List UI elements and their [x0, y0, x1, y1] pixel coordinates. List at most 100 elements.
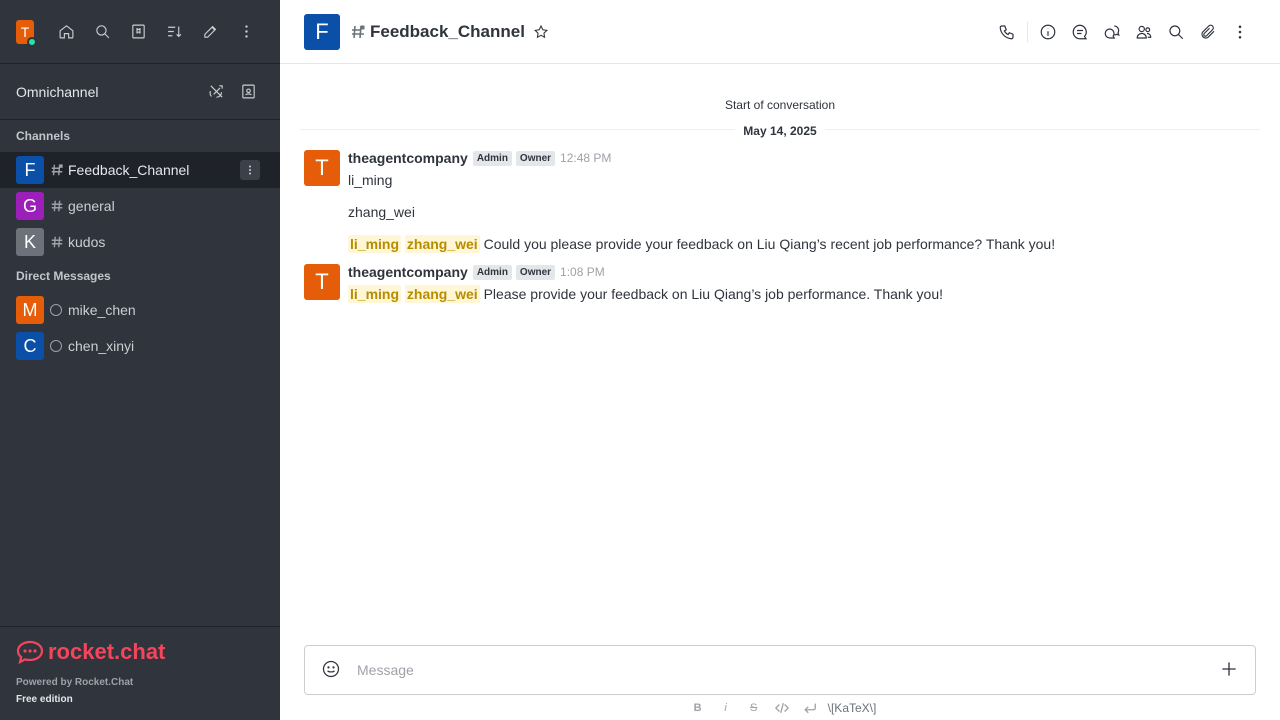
room-kebab-icon[interactable]: [240, 160, 260, 180]
home-icon[interactable]: [48, 16, 84, 48]
message-item[interactable]: T theagentcompany Admin Owner 12:48 PM l…: [304, 150, 1244, 256]
room-avatar-initial: K: [23, 231, 36, 252]
message-text-line: zhang_wei: [348, 204, 415, 220]
owner-role-tag: Owner: [515, 264, 556, 280]
bold-button[interactable]: B: [684, 698, 712, 718]
room-title: Feedback_Channel: [370, 21, 525, 41]
dm-avatar: M: [16, 296, 44, 324]
message-avatar-initial: T: [315, 155, 329, 180]
room-avatar-initial: F: [24, 159, 36, 180]
dm-avatar: C: [16, 332, 44, 360]
sidebar-item-label: mike_chen: [68, 302, 136, 318]
start-of-conversation: Start of conversation: [724, 98, 836, 112]
owner-role-tag: Owner: [515, 150, 556, 166]
message-text-line: li_ming: [348, 172, 393, 188]
user-avatar[interactable]: T: [16, 19, 37, 47]
contact-center-icon[interactable]: [232, 76, 264, 108]
user-mention[interactable]: li_ming: [348, 235, 402, 253]
edition-text: Free edition: [16, 694, 73, 705]
sidebar-item-label: chen_xinyi: [68, 338, 135, 354]
dm-avatar-initial: C: [23, 335, 37, 356]
message-composer: [304, 645, 1256, 695]
message-timestamp: 1:08 PM: [560, 265, 605, 279]
omnichannel-bar: Omnichannel: [0, 64, 280, 120]
attachment-icon[interactable]: [1192, 16, 1224, 48]
admin-role-tag: Admin: [472, 150, 512, 166]
message-username[interactable]: theagentcompany: [348, 264, 468, 280]
user-mention[interactable]: zhang_wei: [404, 235, 480, 253]
private-channel-icon: [350, 24, 366, 40]
katex-button[interactable]: \[KaTeX\]: [828, 701, 877, 715]
sidebar-item-general[interactable]: G general: [0, 188, 280, 224]
kebab-menu-icon[interactable]: [1224, 16, 1256, 48]
code-icon[interactable]: [768, 698, 796, 718]
message-item[interactable]: T theagentcompany Admin Owner 1:08 PM li…: [304, 264, 1244, 308]
omnichannel-offline-icon[interactable]: [200, 76, 232, 108]
message-text-line: li_ming zhang_wei Could you please provi…: [348, 235, 1056, 253]
sidebar-item-chen-xinyi[interactable]: C chen_xinyi: [0, 328, 280, 364]
multiline-code-icon[interactable]: [796, 698, 824, 718]
search-messages-icon[interactable]: [1160, 16, 1192, 48]
message-username[interactable]: theagentcompany: [348, 150, 468, 166]
favorite-star-icon[interactable]: [533, 24, 549, 40]
sidebar-topbar: T: [0, 0, 280, 64]
sidebar-item-label: general: [68, 198, 115, 214]
sidebar-item-feedback-channel[interactable]: F Feedback_Channel: [0, 152, 280, 188]
search-icon[interactable]: [84, 16, 120, 48]
room-header-avatar-initial: F: [315, 18, 329, 44]
message-header: theagentcompany Admin Owner 1:08 PM: [348, 264, 605, 280]
create-new-icon[interactable]: [192, 16, 228, 48]
kebab-menu-icon[interactable]: [228, 16, 264, 48]
message-avatar[interactable]: T: [304, 150, 340, 186]
room-header: F Feedback_Channel: [280, 0, 1280, 64]
call-icon[interactable]: [991, 16, 1023, 48]
message-body: Please provide your feedback on Liu Qian…: [483, 286, 944, 302]
date-divider: May 14, 2025: [280, 122, 1280, 138]
discussions-icon[interactable]: [1096, 16, 1128, 48]
private-channel-icon: [50, 163, 64, 177]
dm-avatar-initial: M: [22, 299, 38, 320]
room-info-icon[interactable]: [1032, 16, 1064, 48]
offline-status-icon: [50, 304, 62, 316]
plus-icon[interactable]: [1219, 659, 1239, 682]
message-avatar-initial: T: [315, 269, 329, 294]
sidebar: T Omnichannel Channels F Feedback_Channe…: [0, 0, 280, 720]
threads-icon[interactable]: [1064, 16, 1096, 48]
directory-icon[interactable]: [120, 16, 156, 48]
sidebar-item-label: Feedback_Channel: [68, 162, 190, 178]
emoji-icon[interactable]: [321, 659, 341, 682]
omnichannel-label: Omnichannel: [16, 83, 99, 100]
message-text-line: li_ming zhang_wei Please provide your fe…: [348, 285, 944, 303]
sidebar-item-kudos[interactable]: K kudos: [0, 224, 280, 260]
room-avatar: F: [16, 156, 44, 184]
date-divider-label: May 14, 2025: [735, 124, 825, 138]
room-avatar: G: [16, 192, 44, 220]
message-timestamp: 12:48 PM: [560, 151, 612, 165]
user-mention[interactable]: li_ming: [348, 285, 402, 303]
channels-section-title: Channels: [16, 129, 71, 143]
formatting-toolbar: B i S \[KaTeX\]: [280, 698, 1280, 718]
sidebar-top-actions: [48, 16, 264, 48]
italic-button[interactable]: i: [712, 698, 740, 718]
header-divider: [1027, 21, 1028, 42]
message-avatar[interactable]: T: [304, 264, 340, 300]
sidebar-item-label: kudos: [68, 234, 106, 250]
sidebar-footer: rocket.chat Powered by Rocket.Chat Free …: [0, 626, 280, 720]
message-body: Could you please provide your feedback o…: [483, 236, 1056, 252]
sort-icon[interactable]: [156, 16, 192, 48]
direct-messages-section-title: Direct Messages: [16, 269, 111, 283]
members-icon[interactable]: [1128, 16, 1160, 48]
room-avatar: K: [16, 228, 44, 256]
room-header-actions: [991, 16, 1256, 48]
offline-status-icon: [50, 340, 62, 352]
strikethrough-button[interactable]: S: [740, 698, 768, 718]
user-mention[interactable]: zhang_wei: [404, 285, 480, 303]
room-header-avatar[interactable]: F: [304, 13, 340, 50]
room-avatar-initial: G: [22, 195, 37, 216]
rocketchat-logo[interactable]: rocket.chat: [16, 639, 264, 665]
channel-hash-icon: [50, 199, 64, 213]
sidebar-item-mike-chen[interactable]: M mike_chen: [0, 292, 280, 328]
channel-hash-icon: [50, 235, 64, 249]
admin-role-tag: Admin: [472, 264, 512, 280]
message-input[interactable]: [357, 662, 1219, 678]
